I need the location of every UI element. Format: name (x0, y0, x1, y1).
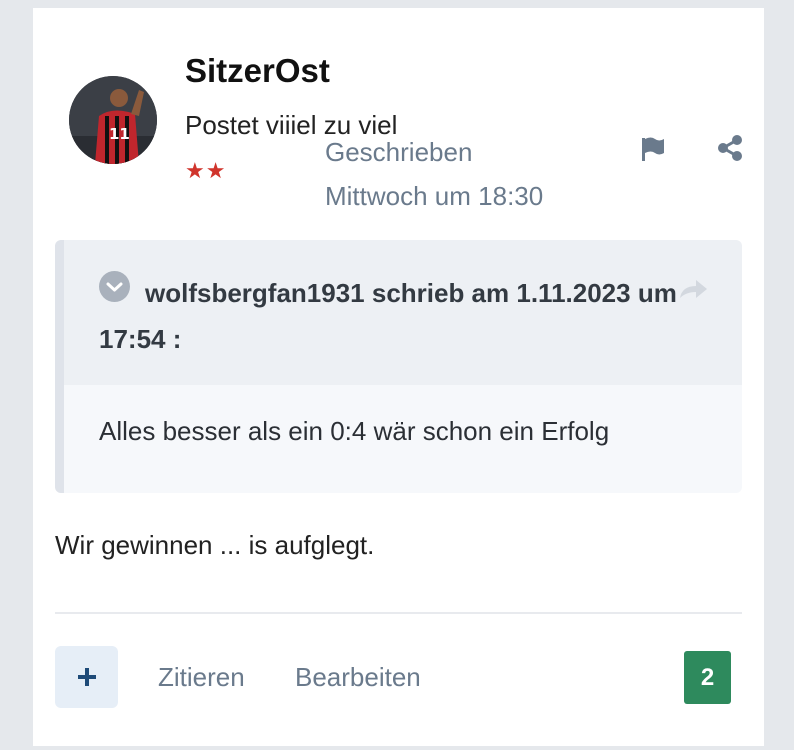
author-name[interactable]: SitzerOst (185, 52, 330, 90)
svg-text:11: 11 (109, 125, 130, 143)
share-icon[interactable] (715, 133, 745, 163)
add-reaction-button[interactable] (55, 646, 118, 708)
reaction-count-badge[interactable]: 2 (684, 651, 731, 704)
quote-header: wolfsbergfan1931 schrieb am 1.11.2023 um… (64, 240, 742, 385)
arrow-share-icon[interactable] (676, 276, 710, 302)
plus-icon (78, 668, 96, 686)
post-date[interactable]: Geschrieben Mittwoch um 18:30 (325, 130, 543, 218)
post-content: Wir gewinnen ... is aufglegt. (55, 530, 375, 560)
edit-button[interactable]: Bearbeiten (295, 662, 421, 693)
quote-author-line[interactable]: wolfsbergfan1931 schrieb am 1.11.2023 um… (99, 270, 699, 362)
post-date-value: Mittwoch um 18:30 (325, 181, 544, 211)
post-card: 11 SitzerOst Postet viiiel zu viel ★★ Ge… (33, 8, 764, 746)
quote-text: Alles besser als ein 0:4 wär schon ein E… (99, 416, 610, 446)
quote-button[interactable]: Zitieren (158, 662, 245, 693)
avatar[interactable]: 11 (69, 76, 157, 164)
quote-block: wolfsbergfan1931 schrieb am 1.11.2023 um… (55, 240, 742, 493)
post-date-label: Geschrieben (325, 137, 473, 167)
flag-icon[interactable] (637, 134, 667, 164)
divider (55, 612, 742, 614)
avatar-image: 11 (69, 76, 157, 164)
rank-stars: ★★ (185, 158, 227, 183)
